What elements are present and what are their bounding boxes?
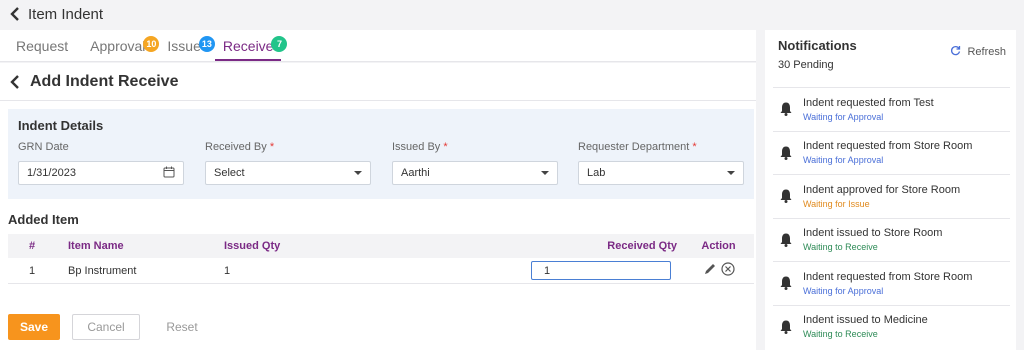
notification-status: Waiting for Issue xyxy=(803,198,870,209)
chevron-down-icon xyxy=(354,171,362,175)
notification-title: Indent requested from Test xyxy=(803,96,934,109)
count-badge: 7 xyxy=(271,36,288,52)
table-header: # Item Name Issued Qty Received Qty Acti… xyxy=(8,234,754,258)
form-title: Add Indent Receive xyxy=(30,72,179,90)
received-by-field: Received By * Select xyxy=(205,141,371,185)
form-actions: Save Cancel Reset xyxy=(8,314,212,340)
cancel-button[interactable]: Cancel xyxy=(72,314,140,340)
item-name: Bp Instrument xyxy=(68,264,137,277)
notification-title: Indent requested from Store Room xyxy=(803,270,973,283)
notification-item[interactable]: Indent requested from Store Room Waiting … xyxy=(773,261,1010,305)
column-header: Received Qty xyxy=(607,240,677,252)
edit-icon[interactable] xyxy=(703,262,717,279)
received-by-select[interactable]: Select xyxy=(205,161,371,185)
tab-label: Issue xyxy=(167,38,201,54)
bell-icon xyxy=(773,188,799,204)
notification-item[interactable]: Indent approved for Store Room Waiting fo… xyxy=(773,174,1010,218)
grn-date-field: GRN Date 1/31/2023 xyxy=(18,141,184,185)
notification-status: Waiting for Approval xyxy=(803,285,884,296)
bell-icon xyxy=(773,232,799,248)
notification-title: Indent requested from Store Room xyxy=(803,140,973,153)
received-qty-cell: 1 xyxy=(523,261,683,280)
requester-department-field: Requester Department * Lab xyxy=(578,141,744,185)
field-value: Aarthi xyxy=(401,167,430,179)
refresh-label: Refresh xyxy=(967,46,1006,58)
bell-icon xyxy=(773,319,799,335)
notifications-panel: Notifications 30 Pending Refresh Indent … xyxy=(765,30,1016,350)
column-header: Issued Qty xyxy=(224,240,281,252)
count-badge: 13 xyxy=(198,36,215,52)
form-header: Add Indent Receive xyxy=(0,63,756,101)
notification-list: Indent requested from Test Waiting for Ap… xyxy=(773,87,1010,348)
notification-item[interactable]: Indent requested from Test Waiting for Ap… xyxy=(773,87,1010,131)
section-heading: Indent Details xyxy=(18,118,104,133)
notification-status: Waiting for Approval xyxy=(803,155,884,166)
tab-label: Request xyxy=(16,38,69,54)
issued-by-field: Issued By * Aarthi xyxy=(392,141,558,185)
column-header: # xyxy=(28,240,36,252)
page-title: Item Indent xyxy=(28,5,104,23)
tab-approval[interactable]: Approval 10 xyxy=(82,36,160,61)
column-header: Action xyxy=(701,240,736,252)
notification-item[interactable]: Indent issued to Store Room Waiting to Re… xyxy=(773,217,1010,262)
pending-count: 30 Pending xyxy=(778,59,834,71)
count-badge: 10 xyxy=(143,36,160,52)
field-label: GRN Date xyxy=(18,141,69,153)
tab-bar: Request Approval 10 Issue 13 Receive 7 xyxy=(0,30,756,62)
column-header: Item Name xyxy=(68,240,124,252)
issued-by-select[interactable]: Aarthi xyxy=(392,161,558,185)
added-items-table: # Item Name Issued Qty Received Qty Acti… xyxy=(8,234,754,284)
refresh-icon xyxy=(950,45,961,59)
field-value: Lab xyxy=(587,167,606,179)
indent-details-section: Indent Details GRN Date 1/31/2023 Receiv… xyxy=(8,109,754,199)
added-item-heading: Added Item xyxy=(8,212,79,227)
back-arrow-icon[interactable] xyxy=(8,74,22,89)
bell-icon xyxy=(773,101,799,117)
notification-item[interactable]: Indent issued to Medicine Waiting to Rece… xyxy=(773,304,1010,349)
field-label: Received By * xyxy=(205,141,275,153)
reset-button[interactable]: Reset xyxy=(152,314,212,340)
notification-status: Waiting to Receive xyxy=(803,329,878,340)
table-row: 1 Bp Instrument 1 1 xyxy=(8,258,754,284)
issued-qty: 1 xyxy=(224,264,231,277)
tab-receive[interactable]: Receive 7 xyxy=(214,36,288,61)
notification-title: Indent approved for Store Room xyxy=(803,183,961,196)
tab-request[interactable]: Request xyxy=(8,38,76,61)
field-value: Select xyxy=(214,167,245,179)
notification-item[interactable]: Indent requested from Store Room Waiting … xyxy=(773,130,1010,175)
remove-icon[interactable] xyxy=(720,262,735,279)
received-qty-input[interactable]: 1 xyxy=(531,261,671,280)
field-value: 1/31/2023 xyxy=(27,167,76,179)
calendar-icon[interactable] xyxy=(163,166,175,181)
notification-title: Indent issued to Medicine xyxy=(803,314,928,327)
notification-title: Indent issued to Store Room xyxy=(803,227,943,240)
field-label: Requester Department * xyxy=(578,141,697,153)
bell-icon xyxy=(773,145,799,161)
top-bar: Item Indent xyxy=(0,0,1024,28)
tab-label: Receive xyxy=(222,38,274,54)
field-label: Issued By * xyxy=(392,141,448,153)
tab-issue[interactable]: Issue 13 xyxy=(159,36,215,61)
refresh-button[interactable]: Refresh xyxy=(950,45,1006,59)
tab-label: Approval xyxy=(90,38,146,54)
grn-date-input[interactable]: 1/31/2023 xyxy=(18,161,184,185)
save-button[interactable]: Save xyxy=(8,314,60,340)
main-panel: Add Indent Receive Indent Details GRN Da… xyxy=(0,63,756,350)
notifications-title: Notifications xyxy=(778,38,857,53)
bell-icon xyxy=(773,275,799,291)
notification-status: Waiting for Approval xyxy=(803,111,884,122)
notification-status: Waiting to Receive xyxy=(803,242,878,253)
requester-department-select[interactable]: Lab xyxy=(578,161,744,185)
action-cell xyxy=(683,262,754,279)
row-index: 1 xyxy=(28,264,36,277)
back-arrow-icon[interactable] xyxy=(8,7,22,21)
chevron-down-icon xyxy=(541,171,549,175)
chevron-down-icon xyxy=(727,171,735,175)
